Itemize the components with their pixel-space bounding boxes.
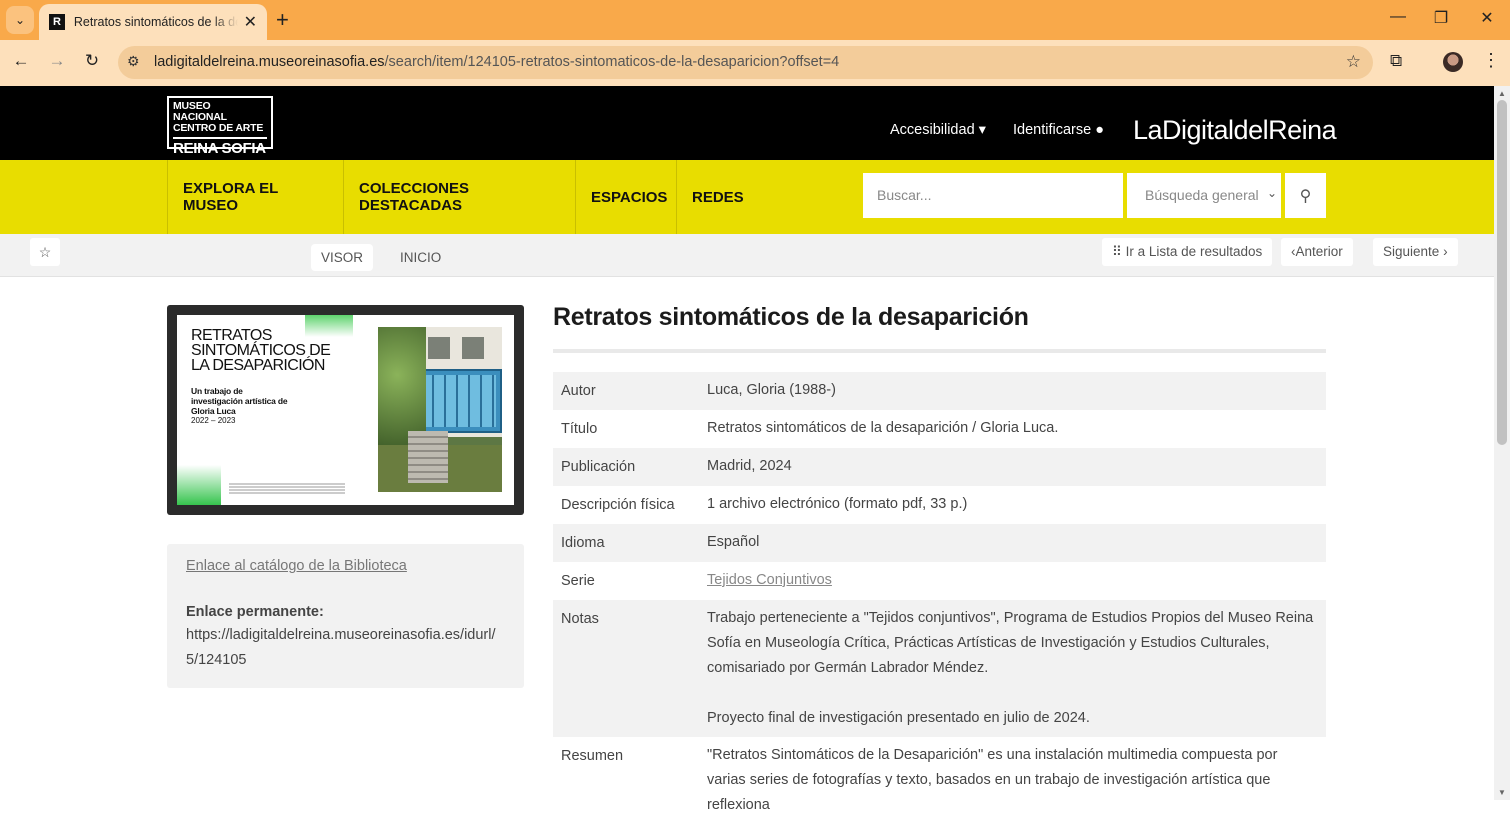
accessibility-menu[interactable]: Accesibilidad ▾ <box>890 122 986 138</box>
nav-explora[interactable]: EXPLORA EL MUSEO <box>167 160 344 234</box>
viewer-subbar: ☆ VISOR INICIO ⠿ Ir a Lista de resultado… <box>0 234 1494 277</box>
chevron-right-icon: › <box>1443 244 1448 259</box>
main-nav: EXPLORA EL MUSEO COLECCIONES DESTACADAS … <box>0 160 1494 234</box>
catalog-link[interactable]: Enlace al catálogo de la Biblioteca <box>186 558 407 574</box>
notes-paragraph-2: Proyecto final de investigación presenta… <box>707 710 1090 726</box>
new-tab-plus-icon[interactable]: + <box>276 8 289 32</box>
previous-button[interactable]: ‹Anterior <box>1281 238 1353 266</box>
tab-inicio[interactable]: INICIO <box>390 244 451 271</box>
forward-arrow-icon[interactable]: → <box>45 51 69 71</box>
profile-avatar[interactable] <box>1443 52 1463 72</box>
grid-icon: ⠿ <box>1112 244 1122 259</box>
cover-subtitle: Un trabajo de investigación artística de… <box>191 386 288 416</box>
field-label: Idioma <box>561 535 605 551</box>
field-label: Serie <box>561 573 595 589</box>
links-box: Enlace al catálogo de la Biblioteca Enla… <box>167 544 524 688</box>
cover-page: RETRATOS SINTOMÁTICOS DE LA DESAPARICIÓN… <box>177 315 514 505</box>
next-button[interactable]: Siguiente › <box>1373 238 1458 266</box>
metadata-table: Autor Luca, Gloria (1988-) Título Retrat… <box>553 372 1326 824</box>
field-label: Título <box>561 421 598 437</box>
series-link[interactable]: Tejidos Conjuntivos <box>707 572 832 588</box>
scroll-up-icon[interactable]: ▲ <box>1498 89 1506 98</box>
browser-tab[interactable]: R Retratos sintomáticos de la desaparici… <box>39 4 267 40</box>
cover-credits-text <box>229 482 345 494</box>
field-label: Descripción física <box>561 497 675 513</box>
browser-toolbar: ← → ↻ ⚙ ladigitaldelreina.museoreinasofi… <box>0 40 1510 86</box>
field-label: Resumen <box>561 748 624 764</box>
title-divider <box>553 349 1326 353</box>
browser-tabstrip: ⌄ R Retratos sintomáticos de la desapari… <box>0 0 1510 40</box>
museum-logo[interactable]: MUSEO NACIONAL CENTRO DE ARTE REINA SOFI… <box>167 96 273 157</box>
metadata-row: Resumen "Retratos Sintomáticos de la Des… <box>553 737 1326 824</box>
window-close-icon[interactable]: ✕ <box>1472 8 1502 28</box>
notes-paragraph: Trabajo perteneciente a "Tejidos conjunt… <box>707 610 1314 676</box>
permalink-label: Enlace permanente: <box>186 604 324 620</box>
site-favicon: R <box>49 14 65 30</box>
favorite-star-icon[interactable]: ☆ <box>30 238 60 266</box>
tab-search-chevron-icon[interactable]: ⌄ <box>6 6 34 34</box>
bookmark-star-icon[interactable]: ☆ <box>1346 52 1361 72</box>
extensions-puzzle-icon[interactable]: ⧉ <box>1390 51 1402 71</box>
field-value: Trabajo perteneciente a "Tejidos conjunt… <box>699 595 1326 742</box>
site-info-icon[interactable]: ⚙ <box>127 53 140 70</box>
cover-title: RETRATOS SINTOMÁTICOS DE LA DESAPARICIÓN <box>191 327 331 374</box>
field-label: Autor <box>561 383 596 399</box>
restore-icon[interactable]: ❐ <box>1426 8 1456 28</box>
field-value: "Retratos Sintomáticos de la Desaparició… <box>707 747 1278 813</box>
nav-colecciones[interactable]: COLECCIONES DESTACADAS <box>343 160 576 234</box>
scroll-down-icon[interactable]: ▼ <box>1498 788 1506 797</box>
tab-visor[interactable]: VISOR <box>311 244 374 271</box>
browser-menu-kebab-icon[interactable]: ⋮ <box>1482 50 1500 71</box>
page-title: Retratos sintomáticos de la desaparición <box>553 303 1029 331</box>
url-text[interactable]: ladigitaldelreina.museoreinasofia.es/sea… <box>154 54 839 70</box>
document-cover-thumbnail[interactable]: RETRATOS SINTOMÁTICOS DE LA DESAPARICIÓN… <box>167 305 524 515</box>
field-label: Publicación <box>561 459 636 475</box>
login-link[interactable]: Identificarse ● <box>1013 122 1104 138</box>
search-scope-select[interactable]: Búsqueda general ⌄ <box>1127 173 1281 218</box>
back-arrow-icon[interactable]: ← <box>9 51 33 71</box>
cover-green-accent-bottom <box>177 465 221 505</box>
reload-icon[interactable]: ↻ <box>80 51 104 71</box>
permalink-url: https://ladigitaldelreina.museoreinasofi… <box>186 627 496 668</box>
cover-years: 2022 – 2023 <box>191 416 236 425</box>
metadata-row: Notas Trabajo perteneciente a "Tejidos c… <box>553 600 1326 737</box>
field-label: Notas <box>561 611 599 627</box>
brand-title[interactable]: LaDigitaldelReina <box>1133 115 1337 146</box>
search-input[interactable]: Buscar... <box>863 173 1123 218</box>
chevron-down-icon: ⌄ <box>1266 186 1277 200</box>
search-icon: ⚲ <box>1299 187 1312 205</box>
page-scrollbar[interactable]: ▲ ▼ <box>1494 86 1510 800</box>
nav-redes[interactable]: REDES <box>676 160 756 234</box>
address-bar[interactable]: ⚙ ladigitaldelreina.museoreinasofia.es/s… <box>118 46 1373 79</box>
scrollbar-thumb[interactable] <box>1497 100 1507 445</box>
cover-photo <box>378 327 502 492</box>
tab-title: Retratos sintomáticos de la desaparición <box>73 15 238 29</box>
site-header: MUSEO NACIONAL CENTRO DE ARTE REINA SOFI… <box>0 86 1494 160</box>
user-icon: ● <box>1095 122 1104 138</box>
results-list-button[interactable]: ⠿ Ir a Lista de resultados <box>1102 238 1273 266</box>
search-button[interactable]: ⚲ <box>1285 173 1326 218</box>
tab-close-icon[interactable]: ✕ <box>244 12 257 32</box>
minimize-icon[interactable]: — <box>1383 8 1413 26</box>
nav-espacios[interactable]: ESPACIOS <box>575 160 677 234</box>
